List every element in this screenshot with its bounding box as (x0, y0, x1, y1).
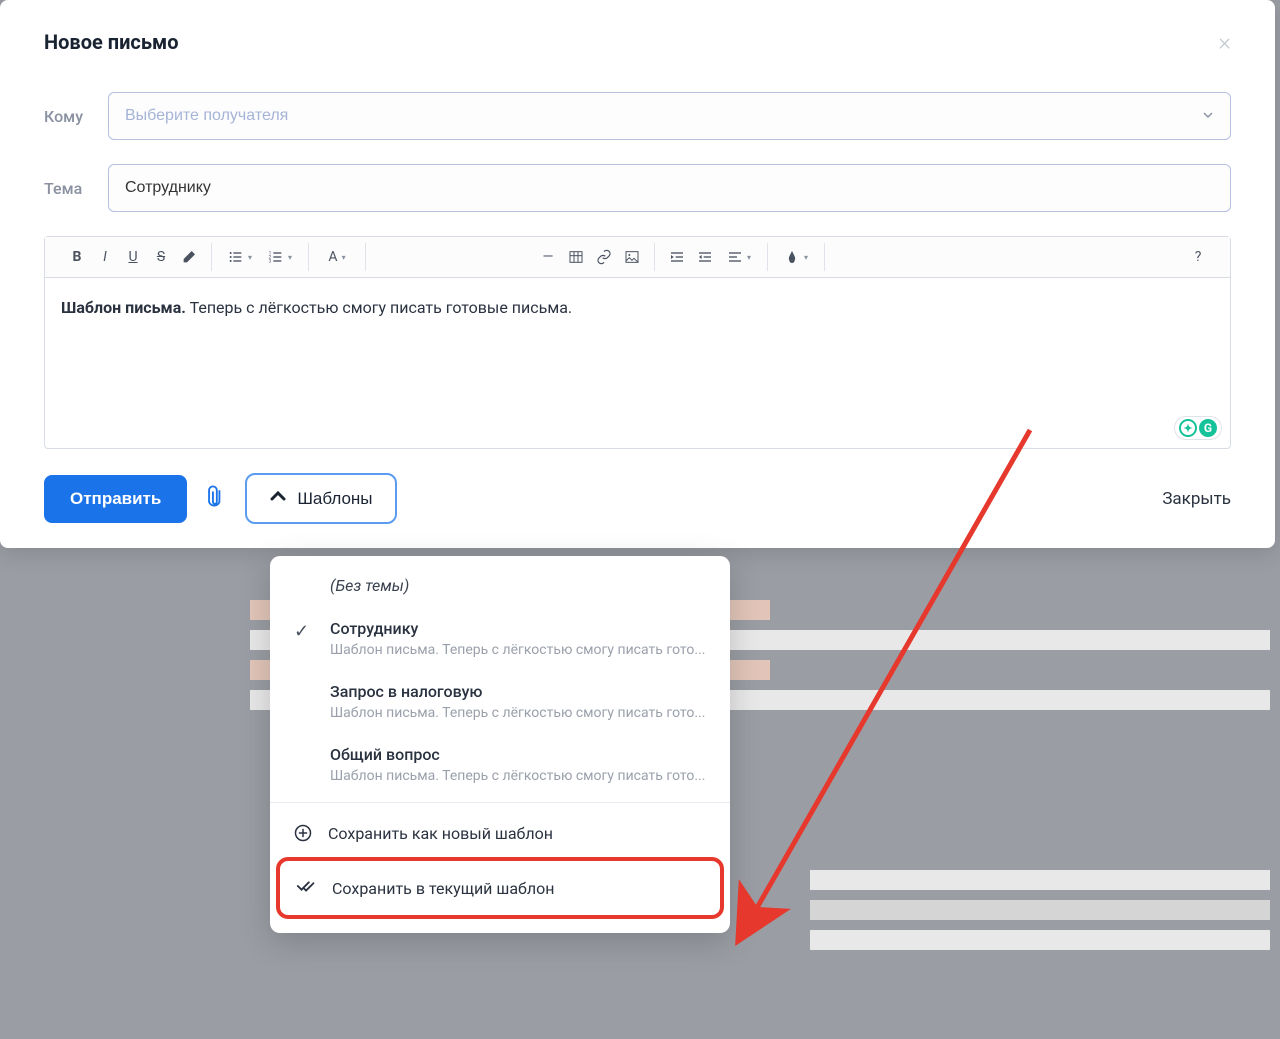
horizontal-rule-icon[interactable]: — (534, 243, 562, 271)
template-item-obshiy[interactable]: Общий вопрос Шаблон письма. Теперь с лёг… (270, 733, 730, 796)
editor-text: Теперь с лёгкостью смогу писать готовые … (186, 298, 572, 317)
close-icon[interactable]: × (1218, 28, 1231, 56)
save-as-new-template[interactable]: Сохранить как новый шаблон (270, 809, 730, 857)
subject-row: Тема (44, 164, 1231, 212)
recipient-label: Кому (44, 107, 96, 126)
modal-footer: Отправить Шаблоны Закрыть (44, 473, 1231, 524)
template-title: Общий вопрос (330, 745, 708, 764)
double-check-icon (296, 875, 318, 901)
attachment-icon[interactable] (199, 481, 234, 516)
table-icon[interactable] (562, 243, 590, 271)
editor-toolbar: B I U S ▾ 123 ▾ A▾ (45, 237, 1230, 278)
chevron-down-icon (1202, 109, 1214, 124)
svg-text:3: 3 (269, 258, 272, 264)
template-title: Сотруднику (330, 619, 708, 638)
recipient-row: Кому (44, 92, 1231, 140)
editor-content[interactable]: Шаблон письма. Теперь с лёгкостью смогу … (45, 278, 1230, 448)
subject-label: Тема (44, 179, 96, 198)
template-item-zapros[interactable]: Запрос в налоговую Шаблон письма. Теперь… (270, 670, 730, 733)
font-color-icon[interactable]: A▾ (317, 243, 357, 271)
grammarly-logo-icon: G (1199, 419, 1217, 437)
highlight-color-icon[interactable]: ▾ (776, 243, 816, 271)
grammarly-add-icon: ✦ (1179, 419, 1197, 437)
send-button[interactable]: Отправить (44, 475, 187, 523)
rich-text-editor: B I U S ▾ 123 ▾ A▾ (44, 236, 1231, 449)
template-subtitle: Шаблон письма. Теперь с лёгкостью смогу … (330, 705, 708, 721)
editor-text-bold: Шаблон письма. (61, 298, 186, 317)
plus-circle-icon (292, 823, 314, 843)
bg-stripe (810, 900, 1270, 920)
link-icon[interactable] (590, 243, 618, 271)
dropdown-divider (270, 802, 730, 803)
underline-icon[interactable]: U (119, 243, 147, 271)
align-icon[interactable]: ▾ (719, 243, 759, 271)
recipient-input[interactable] (125, 107, 1202, 125)
templates-label: Шаблоны (297, 489, 372, 509)
recipient-select[interactable] (108, 92, 1231, 140)
template-subtitle: Шаблон письма. Теперь с лёгкостью смогу … (330, 642, 708, 658)
chevron-up-icon (269, 487, 287, 510)
grammarly-widget[interactable]: ✦ G (1174, 416, 1222, 440)
bg-stripe (810, 870, 1270, 890)
eraser-icon[interactable] (175, 243, 203, 271)
template-title: Запрос в налоговую (330, 682, 708, 701)
outdent-icon[interactable] (691, 243, 719, 271)
modal-title: Новое письмо (44, 30, 178, 54)
subject-input[interactable] (125, 179, 1214, 197)
italic-icon[interactable]: I (91, 243, 119, 271)
help-icon[interactable]: ? (1184, 243, 1212, 271)
subject-field[interactable] (108, 164, 1231, 212)
template-subtitle: Шаблон письма. Теперь с лёгкостью смогу … (330, 768, 708, 784)
template-item-sotrudniku[interactable]: ✓ Сотруднику Шаблон письма. Теперь с лёг… (270, 607, 730, 670)
save-new-label: Сохранить как новый шаблон (328, 824, 553, 843)
close-button[interactable]: Закрыть (1162, 489, 1231, 509)
template-title: (Без темы) (330, 576, 708, 595)
modal-header: Новое письмо × (44, 28, 1231, 56)
compose-modal: Новое письмо × Кому Тема B I U S (0, 0, 1275, 548)
templates-dropdown: (Без темы) ✓ Сотруднику Шаблон письма. Т… (270, 556, 730, 933)
templates-button[interactable]: Шаблоны (245, 473, 396, 524)
template-item-no-subject[interactable]: (Без темы) (270, 564, 730, 607)
save-current-label: Сохранить в текущий шаблон (332, 879, 554, 898)
save-to-current-template[interactable]: Сохранить в текущий шаблон (276, 857, 724, 919)
image-icon[interactable] (618, 243, 646, 271)
ordered-list-icon[interactable]: 123 ▾ (260, 243, 300, 271)
unordered-list-icon[interactable]: ▾ (220, 243, 260, 271)
indent-icon[interactable] (663, 243, 691, 271)
bold-icon[interactable]: B (63, 243, 91, 271)
check-icon: ✓ (294, 621, 309, 642)
bg-stripe (810, 930, 1270, 950)
strikethrough-icon[interactable]: S (147, 243, 175, 271)
